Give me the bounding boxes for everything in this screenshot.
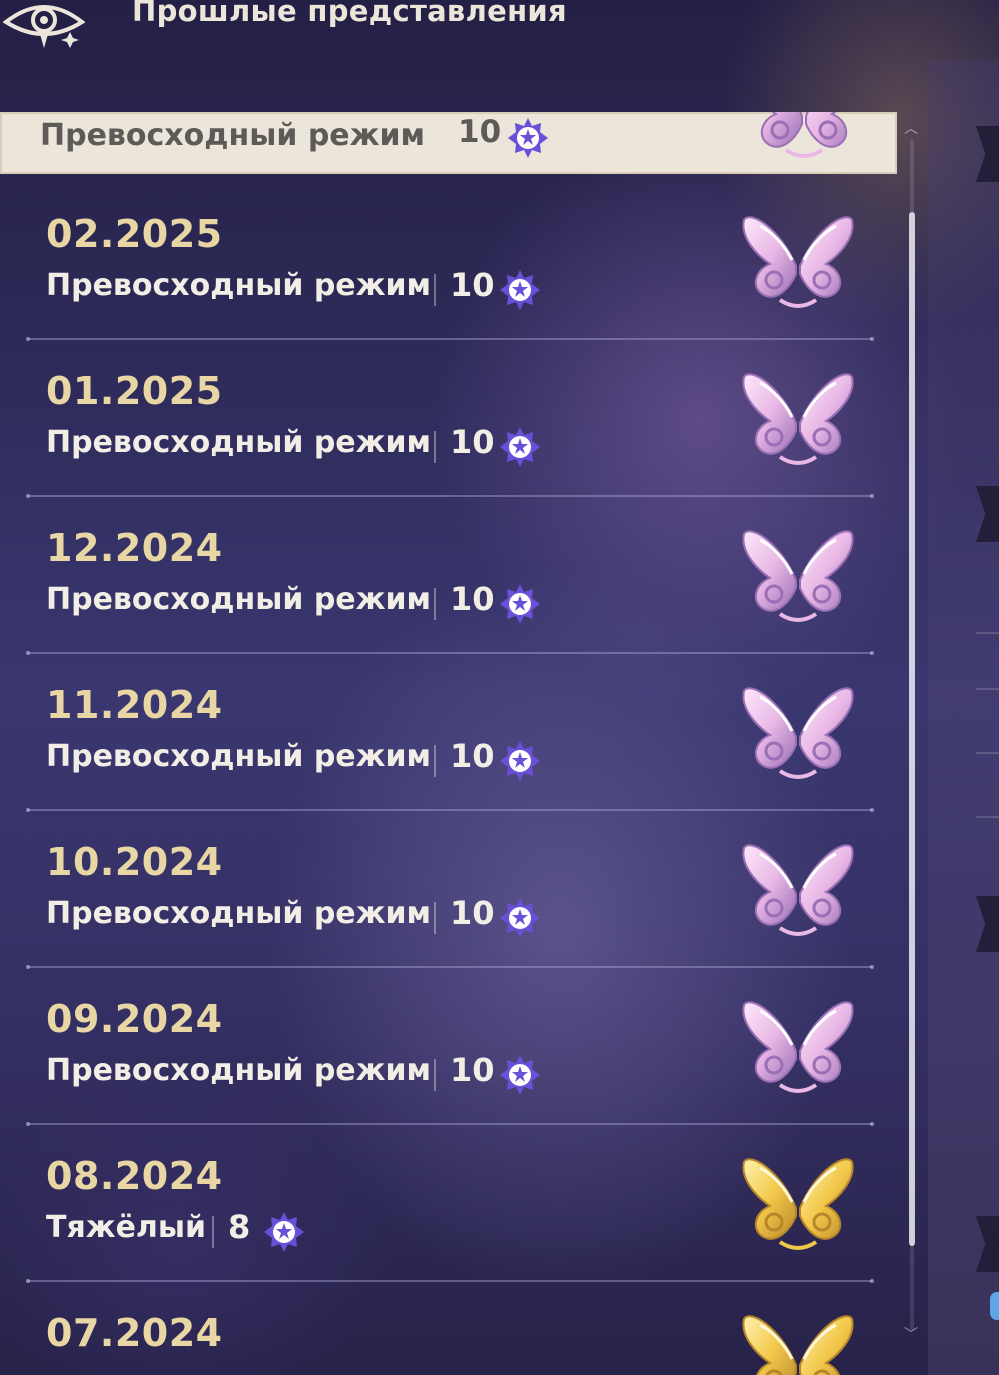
date-label: 02.2025	[46, 212, 223, 256]
butterfly-badge-icon	[740, 679, 856, 787]
performance-row[interactable]: 08.2024 Тяжёлый 8	[0, 1128, 880, 1284]
separator	[434, 745, 436, 777]
side-divider	[976, 752, 999, 754]
butterfly-badge-icon	[740, 208, 856, 316]
side-panel	[928, 60, 999, 1375]
date-label: 01.2025	[46, 369, 223, 413]
row-divider	[26, 808, 874, 812]
butterfly-badge-icon	[740, 365, 856, 473]
scrollbar-thumb[interactable]	[909, 212, 915, 1246]
date-label: 11.2024	[46, 683, 223, 727]
row-divider	[26, 337, 874, 341]
separator	[212, 1216, 214, 1248]
side-divider	[976, 816, 999, 818]
butterfly-badge-icon	[740, 993, 856, 1101]
performance-row[interactable]: 01.2025 Превосходный режим 10	[0, 343, 880, 499]
performance-row[interactable]: 09.2024 Превосходный режим 10	[0, 971, 880, 1127]
side-divider	[976, 688, 999, 690]
date-label: 10.2024	[46, 840, 223, 884]
date-label: 07.2024	[46, 1311, 223, 1355]
row-divider	[26, 651, 874, 655]
mode-label: Превосходный режим	[46, 896, 432, 931]
butterfly-badge-icon	[740, 522, 856, 630]
separator	[434, 274, 436, 306]
mode-label: Превосходный режим	[46, 1053, 432, 1088]
scroll-down-icon[interactable]: ﹀	[904, 1324, 918, 1344]
mode-label: Превосходный режим	[46, 582, 432, 617]
performance-row[interactable]: 10.2024 Превосходный режим 10	[0, 814, 880, 970]
performance-row[interactable]: 12.2024 Превосходный режим 10	[0, 500, 880, 656]
row-divider	[26, 1279, 874, 1283]
score-value: 10	[450, 423, 495, 461]
mode-label: Превосходный режим	[40, 118, 426, 153]
eye-emblem-icon	[2, 5, 86, 48]
star-icon	[262, 1210, 306, 1258]
star-icon	[498, 1053, 542, 1101]
selected-row[interactable]: Превосходный режим 10	[0, 112, 897, 174]
row-divider	[26, 494, 874, 498]
mode-label: Тяжёлый	[46, 1210, 207, 1245]
separator	[434, 431, 436, 463]
butterfly-badge-icon	[746, 112, 862, 166]
mode-label: Превосходный режим	[46, 425, 432, 460]
score-value: 10	[450, 894, 495, 932]
row-divider	[26, 1122, 874, 1126]
row-divider	[26, 965, 874, 969]
star-icon	[498, 582, 542, 630]
star-icon	[498, 425, 542, 473]
star-icon	[498, 268, 542, 316]
score-value: 10	[458, 114, 502, 150]
performance-row[interactable]: 11.2024 Превосходный режим 10	[0, 657, 880, 813]
date-label: 12.2024	[46, 526, 223, 570]
star-icon	[506, 116, 550, 164]
scroll-up-icon[interactable]: ︿	[904, 118, 918, 138]
butterfly-badge-icon	[740, 836, 856, 944]
date-label: 08.2024	[46, 1154, 223, 1198]
separator	[434, 588, 436, 620]
page-title: Прошлые представления	[132, 0, 567, 28]
butterfly-badge-icon	[740, 1307, 856, 1375]
performance-list[interactable]: Превосходный режим 10 02.2025 Превосходны…	[0, 112, 900, 1375]
separator	[434, 902, 436, 934]
date-label: 09.2024	[46, 997, 223, 1041]
score-value: 8	[228, 1208, 251, 1246]
score-value: 10	[450, 1051, 495, 1089]
side-indicator	[990, 1292, 999, 1320]
star-icon	[498, 739, 542, 787]
score-value: 10	[450, 266, 495, 304]
score-value: 10	[450, 580, 495, 618]
star-icon	[498, 896, 542, 944]
separator	[434, 1059, 436, 1091]
header: Прошлые представления	[0, 0, 999, 60]
butterfly-badge-icon	[740, 1150, 856, 1258]
performance-row[interactable]: 02.2025 Превосходный режим 10	[0, 186, 880, 342]
performance-row[interactable]: 07.2024	[0, 1285, 880, 1375]
score-value: 10	[450, 737, 495, 775]
mode-label: Превосходный режим	[46, 268, 432, 303]
mode-label: Превосходный режим	[46, 739, 432, 774]
side-divider	[976, 632, 999, 634]
